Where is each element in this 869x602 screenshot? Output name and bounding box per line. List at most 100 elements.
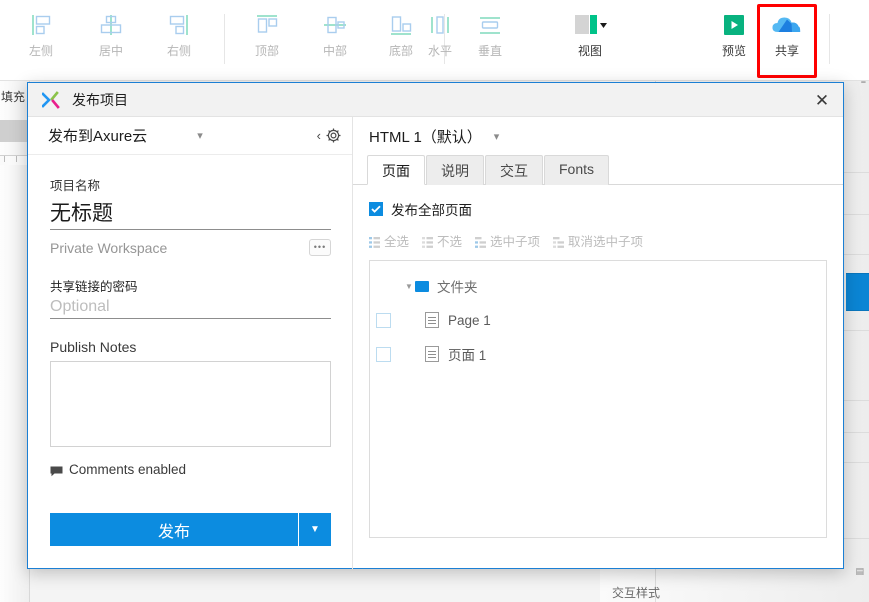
distribute-horizontal-icon [425, 8, 455, 42]
destination-value[interactable]: 发布到Axure云 [48, 125, 147, 146]
deselect-children-button[interactable]: 取消选中子项 [553, 231, 643, 250]
toolbar-item-share[interactable]: 共享 [760, 8, 814, 70]
tree-checkbox[interactable] [376, 346, 391, 362]
ellipsis-icon[interactable]: ••• [309, 239, 331, 256]
top-toolbar: 左侧 居中 右侧 顶部 中部 底部 水平 垂直 视图 预览 共享 [0, 0, 869, 81]
select-all-icon [369, 235, 380, 248]
inspector-selected-item[interactable] [846, 273, 869, 311]
project-name-label: 项目名称 [50, 179, 101, 193]
preview-play-icon [721, 8, 747, 42]
select-children-icon [475, 235, 487, 248]
config-value[interactable]: HTML 1（默认） [369, 126, 482, 147]
password-input[interactable]: Optional [50, 298, 331, 319]
select-all-label: 全选 [384, 235, 410, 249]
select-children-label: 选中子项 [490, 235, 541, 249]
share-cloud-icon [770, 8, 804, 42]
toolbar-item-view[interactable]: 视图 [563, 8, 617, 70]
publish-button-group: 发布 ▼ [50, 513, 331, 546]
fill-label: 填充 [1, 90, 26, 104]
fill-swatch-row [0, 120, 28, 142]
interaction-style-label: 交互样式 [612, 586, 661, 600]
tree-row-page[interactable]: 页面 1 [370, 337, 826, 371]
toolbar-label: 共享 [774, 44, 799, 58]
folder-icon [415, 280, 429, 292]
tree-checkbox[interactable] [376, 312, 391, 328]
comments-row[interactable]: Comments enabled [50, 462, 330, 477]
tab-fonts[interactable]: Fonts [544, 155, 610, 185]
align-center-h-icon [96, 8, 126, 42]
publish-button[interactable]: 发布 [50, 513, 298, 546]
chevron-down-icon[interactable]: ▾ [494, 130, 500, 143]
toolbar-label: 右侧 [166, 44, 191, 58]
close-icon[interactable]: ✕ [809, 88, 835, 112]
chevron-left-icon[interactable]: ‹ [317, 128, 321, 143]
publish-notes-label: Publish Notes [50, 339, 137, 355]
toolbar-label: 居中 [98, 44, 123, 58]
gear-icon[interactable] [325, 127, 342, 144]
align-bottom-icon [386, 8, 416, 42]
tab-interactions[interactable]: 交互 [485, 155, 543, 185]
tree-item-label: Page 1 [448, 312, 491, 328]
select-none-icon [422, 235, 434, 248]
select-none-label: 不选 [437, 235, 463, 249]
toolbar-separator [829, 14, 830, 64]
select-none-button[interactable]: 不选 [422, 231, 462, 250]
toolbar-item-align-top[interactable]: 顶部 [240, 8, 294, 70]
toolbar-item-align-center[interactable]: 居中 [84, 8, 138, 70]
publish-notes-textarea[interactable] [50, 361, 331, 447]
tab-notes[interactable]: 说明 [426, 155, 484, 185]
project-name-input[interactable]: 无标题 [50, 197, 331, 230]
tab-pages[interactable]: 页面 [367, 155, 425, 185]
chevron-down-icon[interactable]: ▼ [403, 282, 415, 291]
publish-all-pages-row[interactable]: 发布全部页面 [369, 199, 827, 219]
align-right-icon [164, 8, 194, 42]
dialog-title: 发布项目 [72, 91, 128, 108]
toolbar-separator [224, 14, 225, 64]
selection-toolbar: 全选 不选 选中子项 取消选中子项 [369, 231, 827, 250]
publish-all-pages-checkbox[interactable] [369, 202, 383, 216]
ruler [0, 155, 28, 165]
dialog-body: 发布到Axure云 ▾ ‹ 项目名称 无标题 Private Workspace… [28, 117, 843, 569]
tree-item-label: 文件夹 [437, 280, 478, 295]
toolbar-label: 垂直 [477, 44, 502, 58]
toolbar-item-align-right[interactable]: 右侧 [152, 8, 206, 70]
toolbar-item-align-left[interactable]: 左侧 [14, 8, 68, 70]
tree-row-page[interactable]: Page 1 [370, 303, 826, 337]
chevron-down-icon[interactable]: ▾ [197, 129, 203, 142]
toolbar-item-align-middle[interactable]: 中部 [308, 8, 362, 70]
toolbar-item-distribute-vertical[interactable]: 垂直 [463, 8, 517, 70]
page-tree: ▼ 文件夹 Page 1 页面 1 [369, 260, 827, 538]
tree-item-label: 页面 1 [448, 348, 487, 363]
toolbar-label: 水平 [427, 44, 452, 58]
publish-all-pages-label: 发布全部页面 [391, 203, 472, 218]
dialog-left-column: 发布到Axure云 ▾ ‹ 项目名称 无标题 Private Workspace… [28, 117, 353, 569]
toolbar-label: 视图 [577, 44, 602, 58]
tree-row-folder[interactable]: ▼ 文件夹 [370, 269, 826, 303]
left-form: 项目名称 无标题 Private Workspace ••• 共享链接的密码 O… [28, 155, 352, 569]
deselect-children-label: 取消选中子项 [568, 235, 644, 249]
align-middle-icon [320, 8, 350, 42]
checkmark-icon [371, 205, 381, 213]
align-left-icon [26, 8, 56, 42]
select-all-button[interactable]: 全选 [369, 231, 409, 250]
inspector-mini-icon: ▤ [855, 566, 863, 576]
publish-dropdown-button[interactable]: ▼ [298, 513, 331, 546]
axure-logo-icon [41, 90, 64, 110]
workspace-value: Private Workspace [50, 239, 168, 256]
toolbar-item-preview[interactable]: 预览 [707, 8, 761, 70]
pages-panel: 发布全部页面 全选 不选 选中子项 取消选中子项 ▼ 文件夹 Page 1 页面… [353, 185, 843, 538]
dialog-titlebar: 发布项目 ✕ [28, 83, 843, 117]
align-top-icon [252, 8, 282, 42]
workspace-row: Private Workspace ••• [50, 239, 331, 256]
toolbar-label: 中部 [322, 44, 347, 58]
comments-label: Comments enabled [69, 462, 187, 477]
deselect-children-icon [553, 235, 565, 248]
dialog-right-column: HTML 1（默认） ▾ 页面 说明 交互 Fonts 发布全部页面 全选 不选… [353, 117, 843, 569]
password-label: 共享链接的密码 [50, 280, 138, 294]
config-row: HTML 1（默认） ▾ [353, 117, 843, 155]
view-icon [573, 8, 607, 42]
toolbar-item-distribute-horizontal[interactable]: 水平 [413, 8, 467, 70]
select-children-button[interactable]: 选中子项 [475, 231, 540, 250]
toolbar-label: 预览 [721, 44, 746, 58]
comment-icon [50, 464, 63, 477]
